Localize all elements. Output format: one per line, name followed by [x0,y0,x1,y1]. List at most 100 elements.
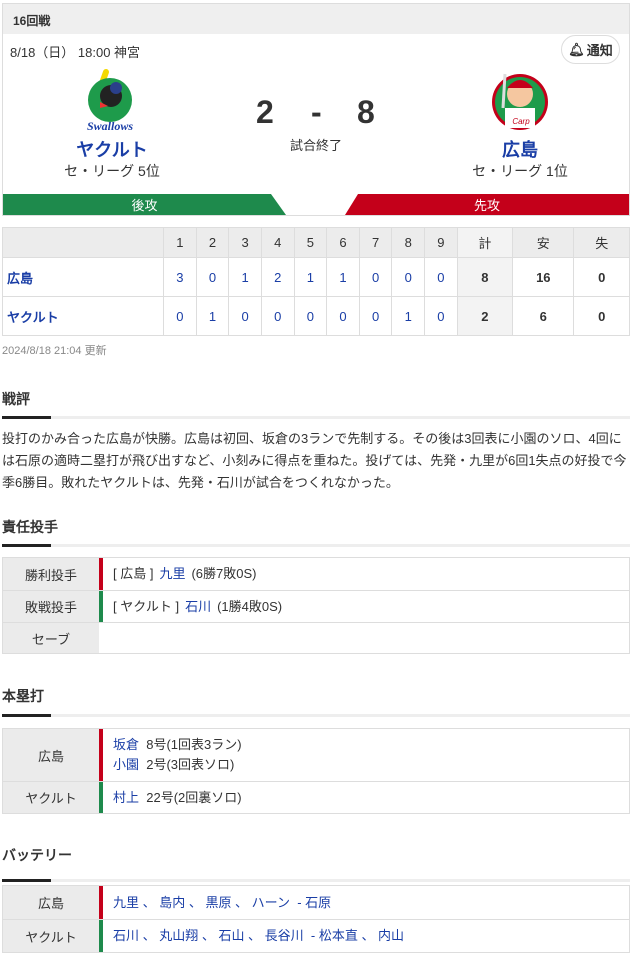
inning-header: 8 [391,227,425,258]
game-status: 試合終了 [290,138,343,153]
inning-runs[interactable]: 0 [358,296,393,336]
homerun-detail: 8号(1回表3ラン) [146,737,242,752]
away-score: 8 [357,94,375,130]
homeruns-heading: 本塁打 [2,688,44,704]
homerun-detail: 22号(2回裏ソロ) [146,789,242,805]
inning-runs[interactable]: 3 [163,257,197,297]
pitcher-row-loss: 敗戦投手 [ ヤクルト ] 石川 (1勝4敗0S) [3,590,629,622]
battery-players[interactable]: 九里 、 島内 、 黒原 、 ハーン - 石原 [103,886,629,919]
line-score-table: 123456789計安失 広島 3 0 1 2 1 1 0 0 0 8 16 0 ヤクルト 0 1 0 0 0 0 0 1… [2,227,630,336]
team-link[interactable]: ヤクルト [2,296,164,336]
score-separator: - [311,94,322,130]
team-link[interactable]: 広島 [2,257,164,297]
inning-runs[interactable]: 0 [424,296,458,336]
inning-header: 6 [326,227,360,258]
pitcher-record: (1勝4敗0S) [217,598,283,614]
row-label: セーブ [3,623,99,653]
inning-runs[interactable]: 1 [228,257,262,297]
updated-timestamp: 2024/8/18 21:04 更新 [2,345,107,357]
row-label: 勝利投手 [3,558,99,590]
inning-runs[interactable]: 0 [326,296,360,336]
player-link[interactable]: 石川 [185,597,211,617]
pitcher-row-save: セーブ [3,622,629,653]
battery-table: 広島 九里 、 島内 、 黒原 、 ハーン - 石原 ヤクルト 石川 、 丸山翔… [2,885,630,953]
inning-runs[interactable]: 2 [260,257,295,297]
battery-row: ヤクルト 石川 、 丸山翔 、 石山 、 長谷川 - 松本直 、 内山 [3,919,629,952]
line-score-row: 広島 3 0 1 2 1 1 0 0 0 8 16 0 [2,257,630,297]
corner-cell [2,227,164,258]
homeruns-table: 広島 坂倉 8号(1回表3ラン) 小園 2号(3回表ソロ) ヤクルト 村上 22… [2,728,630,814]
errors: 0 [573,296,630,336]
divider [2,416,630,419]
errors: 0 [573,257,630,297]
inning-header: 1 [163,227,197,258]
away-team-rank: セ・リーグ 1位 [472,163,568,179]
away-batting-order: 先攻 [345,194,629,215]
round-label: 16回戦 [3,4,629,34]
inning-header: 5 [293,227,328,258]
inning-runs[interactable]: 1 [391,296,425,336]
inning-runs[interactable]: 0 [228,296,262,336]
row-label: ヤクルト [3,920,99,952]
inning-runs[interactable]: 0 [163,296,197,336]
review-text: 投打のかみ合った広島が快勝。広島は初回、坂倉の3ランで先制する。その後は3回表に… [2,431,627,490]
player-link[interactable]: 小園 [113,757,139,772]
inning-header: 3 [228,227,262,258]
notify-button[interactable]: 🔔︎ 通知 [561,35,620,64]
inning-header: 2 [195,227,230,258]
player-link[interactable]: 村上 [113,790,139,805]
divider [2,544,630,547]
inning-header: 4 [260,227,295,258]
homerun-detail: 2号(3回表ソロ) [146,757,235,772]
away-side-label: 先攻 [473,198,500,213]
row-label: 広島 [3,886,99,919]
team-label: [ 広島 ] [113,566,154,581]
svg-text:Carp: Carp [512,117,530,126]
inning-runs[interactable]: 0 [424,257,458,297]
inning-runs[interactable]: 1 [195,296,230,336]
inning-runs[interactable]: 1 [293,257,328,297]
inning-runs[interactable]: 0 [195,257,230,297]
carp-logo: Carp [492,73,548,130]
swallows-logo: Swallows [87,69,133,133]
row-label: 広島 [3,729,99,781]
svg-text:Swallows: Swallows [87,119,133,133]
total-runs: 8 [456,257,514,297]
inning-runs[interactable]: 0 [391,257,425,297]
divider [2,714,630,717]
home-side-label: 後攻 [131,198,158,213]
player-link[interactable]: 坂倉 [113,737,139,752]
inning-runs[interactable]: 1 [326,257,360,297]
inning-header: 失 [573,227,630,258]
row-label: ヤクルト [3,782,99,813]
home-score: 2 [256,94,274,130]
divider [2,879,630,882]
bell-icon: 🔔︎ [568,41,585,57]
home-team-rank: セ・リーグ 5位 [64,163,160,179]
homerun-row: ヤクルト 村上 22号(2回裏ソロ) [3,781,629,813]
home-batting-order: 後攻 [3,194,286,215]
inning-header: 安 [512,227,575,258]
team-label: [ ヤクルト ] [113,598,180,614]
inning-header: 9 [424,227,458,258]
inning-header: 7 [358,227,393,258]
inning-runs[interactable]: 0 [358,257,393,297]
home-team-name[interactable]: ヤクルト [32,136,192,162]
pitcher-record: (6勝7敗0S) [191,566,257,581]
row-label: 敗戦投手 [3,591,99,622]
inning-runs[interactable]: 0 [293,296,328,336]
pitchers-table: 勝利投手 [ 広島 ] 九里 (6勝7敗0S) 敗戦投手 [ ヤクルト ] 石川… [2,557,630,654]
inning-runs[interactable]: 0 [260,296,295,336]
battery-row: 広島 九里 、 島内 、 黒原 、 ハーン - 石原 [3,886,629,919]
total-runs: 2 [456,296,514,336]
hits: 6 [512,296,575,336]
line-score-row: ヤクルト 0 1 0 0 0 0 0 1 0 2 6 0 [2,296,630,336]
player-link[interactable]: 九里 [159,564,185,584]
battery-players[interactable]: 石川 、 丸山翔 、 石山 、 長谷川 - 松本直 、 内山 [103,920,629,952]
pitchers-heading: 責任投手 [2,519,58,535]
review-heading: 戦評 [2,391,30,407]
game-datetime: 8/18（日） 18:00 神宮 [10,45,141,60]
away-team-name[interactable]: 広島 [440,136,600,162]
hits: 16 [512,257,575,297]
pitcher-row-win: 勝利投手 [ 広島 ] 九里 (6勝7敗0S) [3,558,629,590]
